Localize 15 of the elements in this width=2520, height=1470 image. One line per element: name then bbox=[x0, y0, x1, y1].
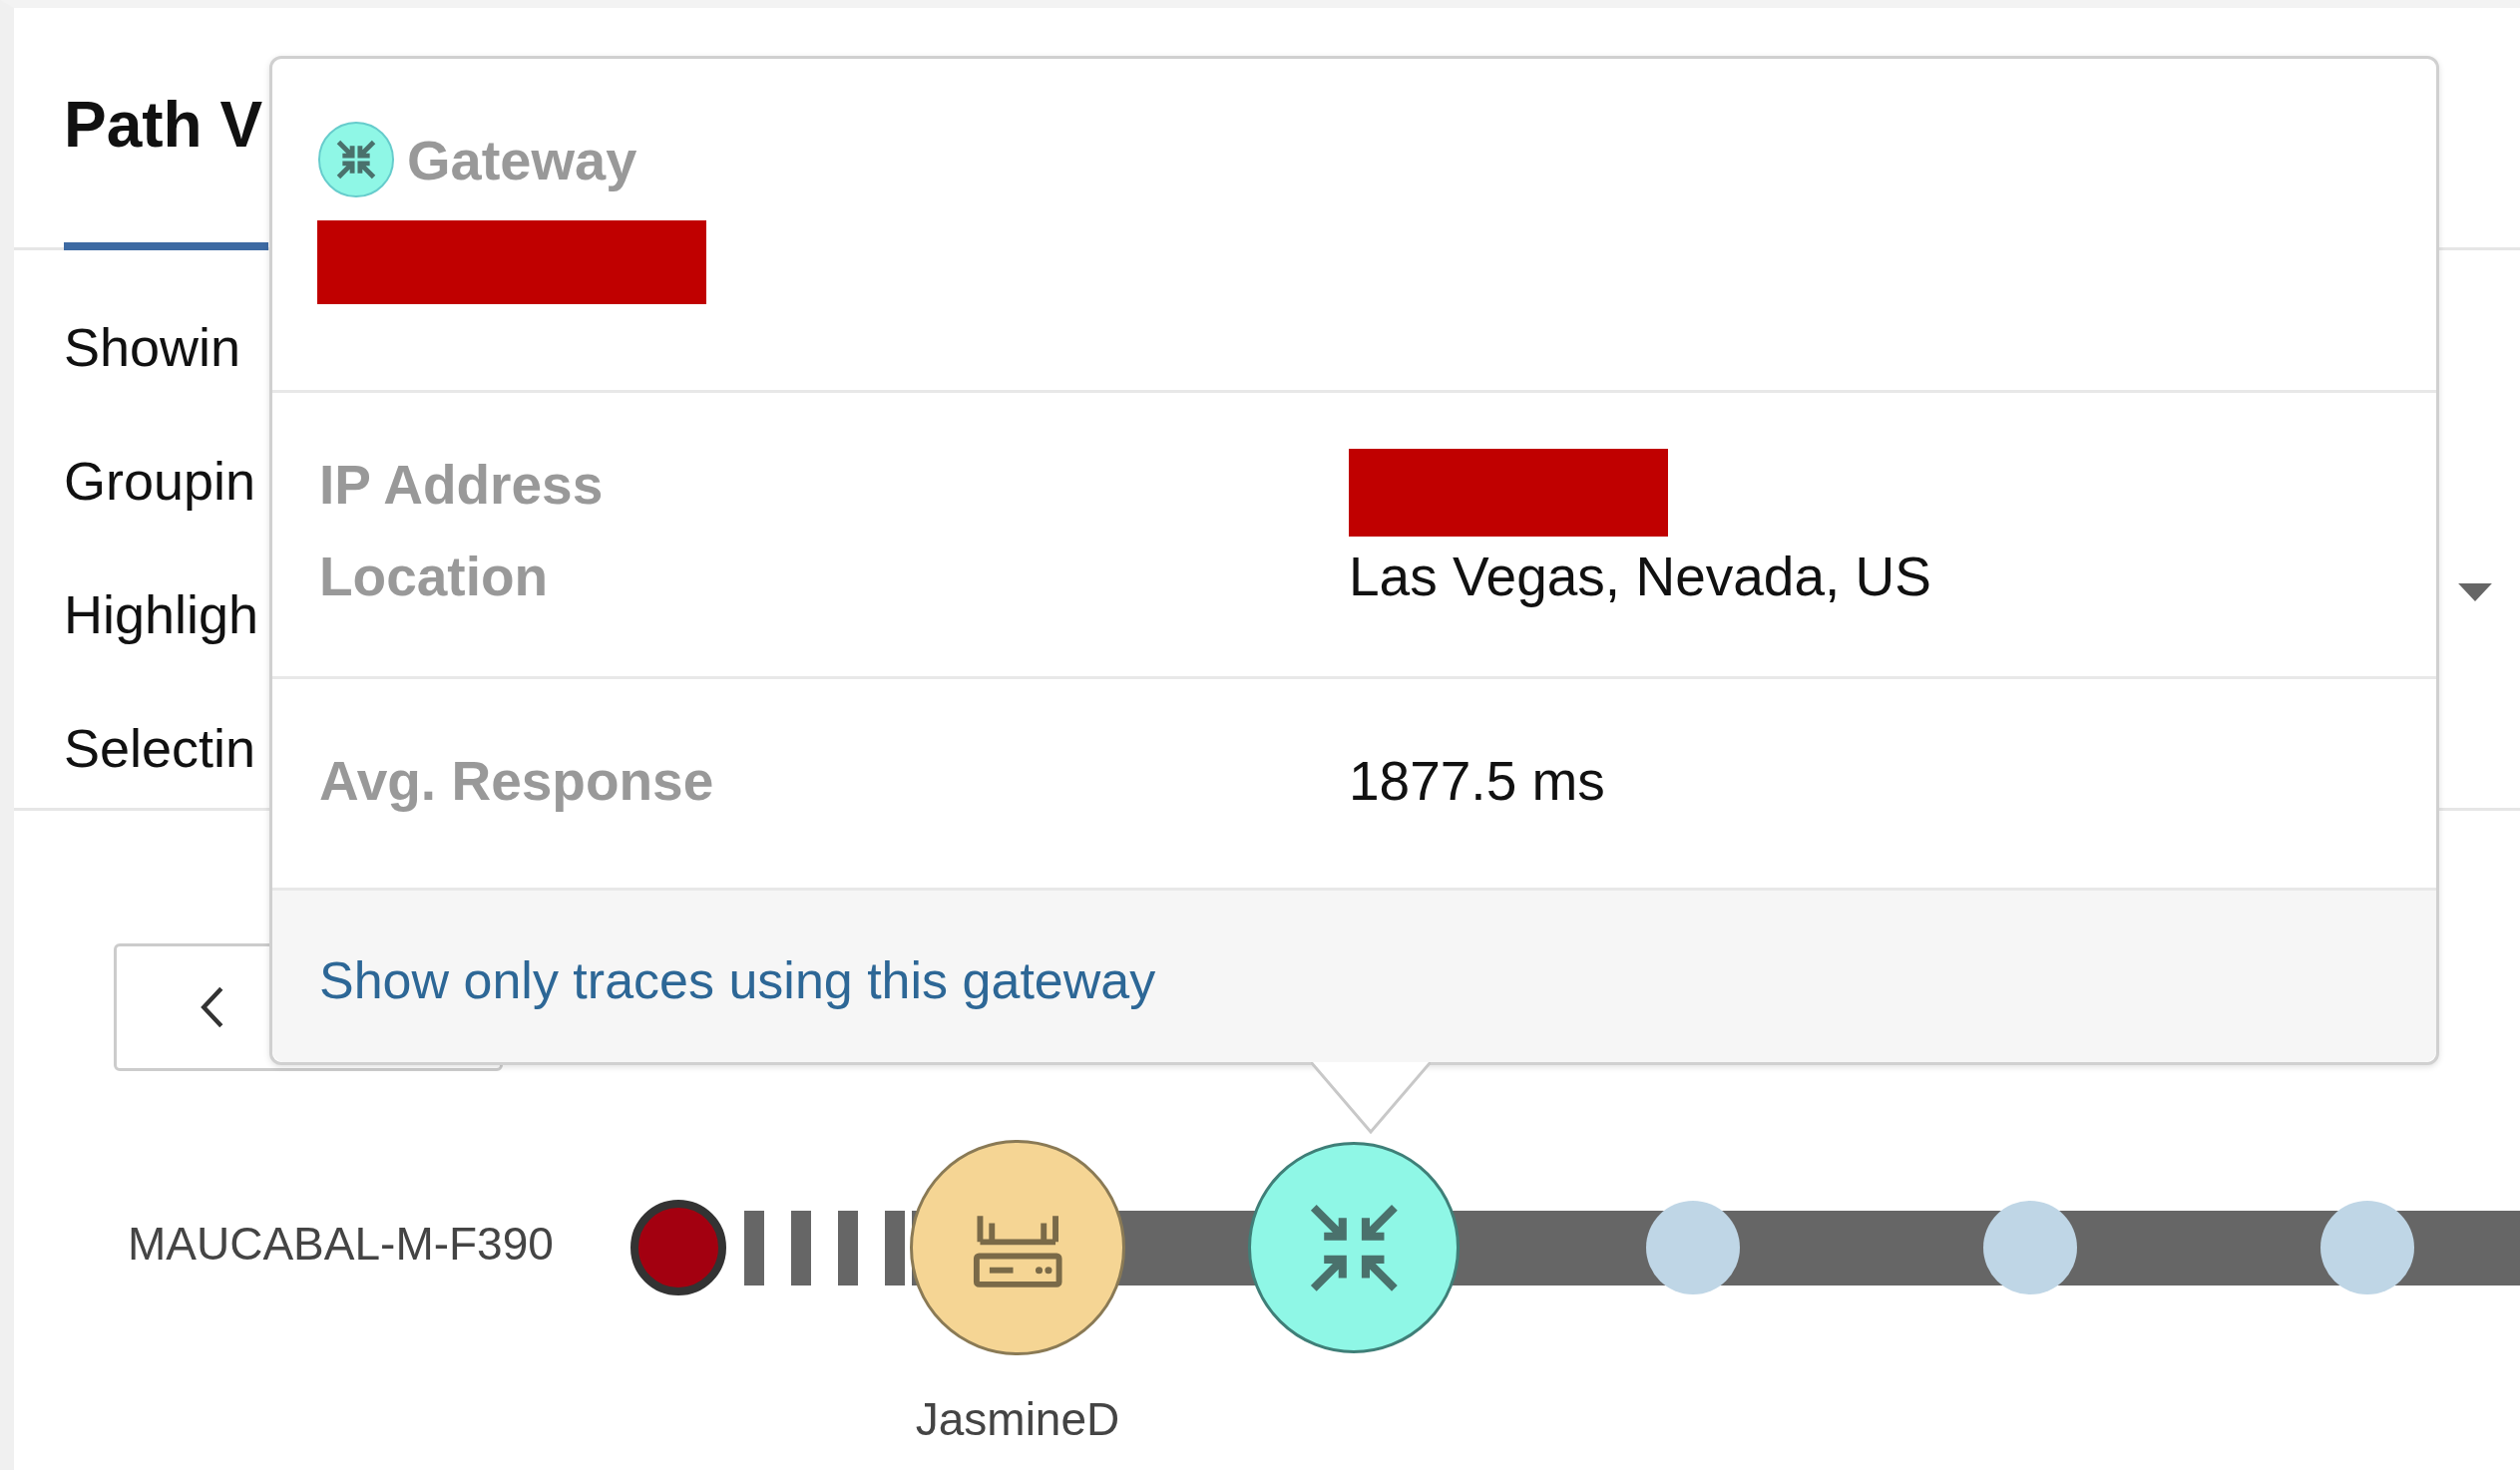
agent-name: MAUCABAL-M-F390 bbox=[128, 1217, 554, 1271]
filter-label: Selectin bbox=[64, 717, 256, 779]
filter-label: Groupin bbox=[64, 450, 256, 512]
popover-title: Gateway bbox=[407, 127, 637, 192]
filter-link[interactable]: Show only traces using this gateway bbox=[319, 951, 1156, 1009]
field-label: IP Address bbox=[319, 453, 605, 518]
field-label: Avg. Response bbox=[319, 749, 715, 814]
caret-icon[interactable] bbox=[2458, 583, 2492, 601]
node-label: JasmineD bbox=[914, 1392, 1121, 1446]
filter-label: Showin bbox=[64, 316, 241, 378]
arrows-inward-icon bbox=[317, 121, 395, 198]
field-value: 1877.5 ms bbox=[1349, 749, 1606, 814]
field-value: Las Vegas, Nevada, US bbox=[1349, 545, 1932, 609]
filter-label: Highligh bbox=[64, 583, 259, 645]
field-label: Location bbox=[319, 545, 550, 609]
